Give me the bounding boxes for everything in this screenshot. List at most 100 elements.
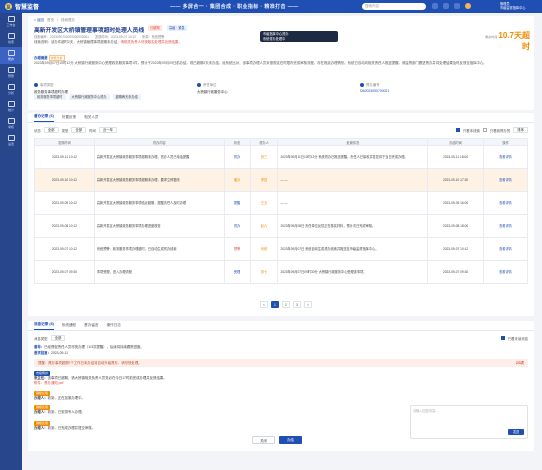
cell-person: 王五 [249, 191, 279, 215]
unread-only-checkbox[interactable] [500, 336, 505, 340]
close-button[interactable]: 关闭 [252, 436, 275, 444]
column-header[interactable]: 督办人 [249, 138, 279, 146]
time-select[interactable]: 近一年 [98, 127, 118, 133]
sidebar-item-alert[interactable]: 预警 [0, 64, 22, 81]
breadcrumb-home[interactable]: 首页 [47, 18, 54, 23]
remaining-timer: 剩余时间 10.7天超时 [484, 30, 530, 52]
cell-status: 提醒 [223, 191, 251, 215]
view-detail-link[interactable]: 查看详情 [483, 168, 528, 192]
tab-people[interactable]: 相关人员 [84, 115, 98, 120]
case-tags: 政务服务事项超时 大桥镇行政服务中心督办 超期两天未办结 [34, 94, 141, 100]
user-info[interactable]: 管理员 市级监督指挥中心 [500, 2, 526, 10]
avatar[interactable] [465, 3, 471, 9]
info-code: 督办编号 DB2023090700021 [360, 82, 523, 94]
complete-button[interactable]: 办结 [279, 436, 302, 444]
message-author: 要求回复： [34, 351, 51, 355]
table-header-row: 发现时间 督办内容 状态 督办人 处置情况 办结时间 操作 [34, 138, 528, 146]
table-row[interactable]: 2023-09-07 09:30 事项受理，进入办理流程 受理 钱七 2023年… [34, 260, 528, 284]
tag-chip[interactable]: 超期两天未办结 [112, 94, 141, 100]
filter-label: 时间 [89, 128, 96, 133]
breadcrumb: < 返回 首页 / 线索督办 [34, 18, 75, 23]
sidebar-item-settings[interactable]: 设置 [0, 132, 22, 149]
sidebar-item-analysis[interactable]: 分析 [0, 81, 22, 98]
stats-icon [7, 101, 15, 107]
back-link[interactable]: < 返回 [34, 18, 44, 23]
column-header[interactable]: 发现时间 [34, 138, 95, 146]
next-page-button[interactable]: > [304, 301, 312, 308]
table-row[interactable]: 2023-09-09 10:12 高新开发区大桥镇政务服务事项临近超期，提醒责任… [34, 191, 528, 215]
sidebar-item-supervise[interactable]: 督办 [0, 47, 22, 64]
tab-feedback[interactable]: 处置反馈 [62, 115, 76, 120]
reply-input[interactable]: 请输入回复内容… 发送 [410, 405, 528, 439]
filter-label: 消息类型 [34, 336, 48, 341]
message-block: 镇级反馈 办理人：收到，已完成办理并提交审核。 [34, 421, 404, 431]
bell-icon[interactable] [432, 3, 438, 9]
view-detail-link[interactable]: 查看详情 [483, 191, 528, 215]
pagination: < 1 2 3 > [260, 301, 312, 308]
page-button[interactable]: 2 [282, 301, 290, 308]
table-row[interactable]: 2023-09-08 10:12 高新开发区大桥镇政务服务事项办理进度核查 督办… [34, 214, 528, 238]
view-detail-link[interactable]: 查看详情 [483, 145, 528, 169]
table-row[interactable]: 2023-09-11 10:12 高新开发区大桥镇政务服务事项超期未办理，督办人… [34, 145, 528, 169]
send-button[interactable]: 发送 [508, 429, 524, 435]
mail-icon[interactable] [443, 3, 449, 9]
cell-person: 系统 [249, 237, 279, 261]
view-detail-link[interactable]: 查看详情 [483, 237, 528, 261]
column-header[interactable]: 处置情况 [277, 138, 429, 146]
case-id: 线索编号：2023090700000000000001 [34, 35, 89, 39]
view-detail-link[interactable]: 查看详情 [483, 260, 528, 284]
column-header[interactable]: 操作 [483, 138, 528, 146]
cell-time: 2023-09-07 10:12 [34, 237, 95, 261]
sidebar-item-label: 督办 [7, 57, 14, 61]
sort-select[interactable]: 排序 [513, 127, 528, 133]
check-icon [7, 118, 15, 124]
sidebar-item-clues[interactable]: 线索 [0, 30, 22, 47]
page-button[interactable]: 3 [293, 301, 301, 308]
app-logo: 监 智慧监督 [5, 2, 39, 11]
dot-icon [360, 82, 365, 87]
logo-mark-icon: 监 [5, 3, 12, 10]
tag-chip[interactable]: 政务服务事项超时 [34, 94, 66, 100]
column-header[interactable]: 督办内容 [93, 138, 225, 146]
reason-label: 线索说明： [34, 40, 51, 44]
message-author: 办理人： [34, 426, 48, 430]
sidebar-item-stats[interactable]: 统计 [0, 98, 22, 115]
table-row[interactable]: 2023-09-07 10:12 系统预警：政务服务事项办理超时，已自动生成督办… [34, 237, 528, 261]
escalation-warning: 提醒：督办事项超期7个工作日未办结将自动升级督办，请尽快处理。 2/3次 [34, 359, 528, 367]
tag-chip[interactable]: 大桥镇行政服务中心督办 [68, 94, 110, 100]
tab-messages[interactable]: 消息记录 (8) [34, 322, 54, 330]
sidebar-item-assess[interactable]: 考核 [0, 115, 22, 132]
page-button[interactable]: 1 [271, 301, 279, 308]
only-mine-checkbox[interactable] [482, 128, 487, 132]
message-type-select[interactable]: 全部 [50, 335, 66, 341]
tab-comments[interactable]: 督办留言 [84, 323, 98, 328]
sidebar-item-workbench[interactable]: 工作台 [0, 13, 22, 30]
cell-content: 事项受理，进入办理流程 [93, 260, 225, 284]
cell-detail: — — [277, 191, 429, 215]
view-detail-link[interactable]: 查看详情 [483, 214, 528, 238]
column-header[interactable]: 办结时间 [427, 138, 485, 146]
cell-person: 赵六 [249, 214, 279, 238]
cell-person: 钱七 [249, 260, 279, 284]
column-header[interactable]: 状态 [223, 138, 251, 146]
toolbar-icons [432, 3, 471, 9]
message-text: 该事项已超期，请大桥镇相关负责人员务必在今日17时前完成办理并反馈结果。 [47, 376, 167, 380]
status-select[interactable]: 全部 [43, 127, 59, 133]
cell-detail: 2023年09月08日 责任单位反馈正在核实材料，预计次日完成审核。 [277, 214, 429, 238]
message-block: 市级督办 张主任：该事项已超期，请大桥镇相关负责人员务必在今日17时前完成办理并… [34, 371, 528, 385]
type-select[interactable]: 全部 [71, 127, 87, 133]
tab-records[interactable]: 督办记录 (6) [34, 114, 54, 122]
tab-notices[interactable]: 系统通知 [62, 323, 76, 328]
reply-placeholder: 请输入回复内容… [413, 409, 439, 413]
prev-page-button[interactable]: < [260, 301, 268, 308]
user-role: 市级监督指挥中心 [500, 6, 526, 10]
tab-logs[interactable]: 操作日志 [107, 323, 121, 328]
search-input[interactable]: 搜索内容 [362, 3, 426, 10]
cell-time: 2023-09-08 10:12 [34, 214, 95, 238]
only-this-checkbox[interactable] [455, 128, 460, 132]
sidebar-item-label: 设置 [7, 142, 14, 146]
attachment-link[interactable]: 附件：督办通知.pdf [34, 381, 63, 385]
grid-icon[interactable] [454, 3, 460, 9]
table-row[interactable]: 2023-09-10 10:12 高新开发区大桥镇政务服务事项超期未办理，要求立… [34, 168, 528, 192]
sidebar-item-label: 分析 [7, 91, 14, 95]
